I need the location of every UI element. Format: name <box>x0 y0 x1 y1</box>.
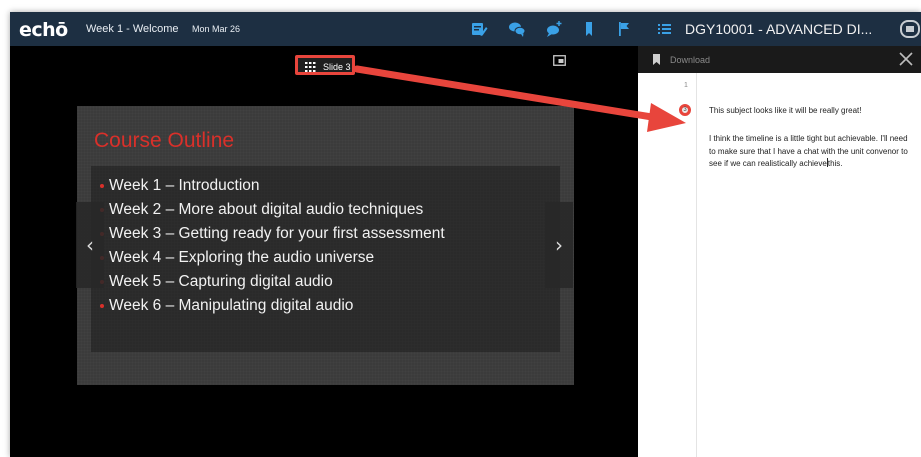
bullet-item: Week 1 – Introduction <box>100 174 445 198</box>
discussion-icon[interactable] <box>508 20 526 38</box>
bookmark-icon[interactable] <box>580 20 598 38</box>
note-text[interactable]: This subject looks like it will be reall… <box>709 105 915 118</box>
slide-selector-button[interactable]: Slide 3 <box>295 55 355 75</box>
bookmark-icon <box>653 54 660 65</box>
questions-icon[interactable] <box>545 20 563 38</box>
bullet-item: Week 5 – Capturing digital audio <box>100 270 445 294</box>
close-icon[interactable] <box>899 52 913 66</box>
menu-list-icon[interactable] <box>655 20 673 38</box>
download-link[interactable]: Download <box>670 55 710 65</box>
grid-icon <box>305 62 316 72</box>
lesson-title[interactable]: Week 1 - Welcome <box>86 23 179 35</box>
echo-player-window: echō Week 1 - Welcome Mon Mar 26 DGY1000… <box>10 12 921 457</box>
slide-body: Week 1 – Introduction Week 2 – More abou… <box>91 166 560 352</box>
note-text-after-caret: this. <box>827 159 843 168</box>
note-text[interactable]: I think the timeline is a little tight b… <box>709 133 915 171</box>
app-switch-icon[interactable] <box>899 19 921 39</box>
section-title[interactable]: DGY10001 - ADVANCED DI... <box>685 21 872 37</box>
notes-panel-header: Download <box>638 46 921 73</box>
line-gutter <box>638 73 697 457</box>
video-stage: Slide 3 Course Outline Week 1 – Introduc… <box>10 46 638 457</box>
note-text-before-caret: I think the timeline is a little tight b… <box>709 134 908 168</box>
screen-toggle-icon[interactable] <box>553 55 566 66</box>
presentation-slide: Course Outline Week 1 – Introduction Wee… <box>77 106 574 385</box>
line-marker[interactable]: 3 <box>679 104 691 116</box>
bullet-item: Week 3 – Getting ready for your first as… <box>100 222 445 246</box>
next-slide-button[interactable]: › <box>545 202 573 288</box>
line-number: 1 <box>684 82 688 89</box>
lesson-date: Mon Mar 26 <box>192 24 241 34</box>
bullet-item: Week 6 – Manipulating digital audio <box>100 294 445 318</box>
notes-icon[interactable] <box>470 20 488 38</box>
bullet-item: Week 4 – Exploring the audio universe <box>100 246 445 270</box>
slide-bullets: Week 1 – Introduction Week 2 – More abou… <box>100 174 445 318</box>
top-bar: echō Week 1 - Welcome Mon Mar 26 DGY1000… <box>10 12 921 46</box>
slide-label: Slide 3 <box>323 62 351 72</box>
notes-panel: Download 1 3 This subject looks like it … <box>638 46 921 457</box>
echo-logo: echō <box>19 19 68 41</box>
previous-slide-button[interactable]: ‹ <box>76 202 104 288</box>
flag-icon[interactable] <box>615 20 633 38</box>
bullet-item: Week 2 – More about digital audio techni… <box>100 198 445 222</box>
slide-heading: Course Outline <box>94 129 235 152</box>
